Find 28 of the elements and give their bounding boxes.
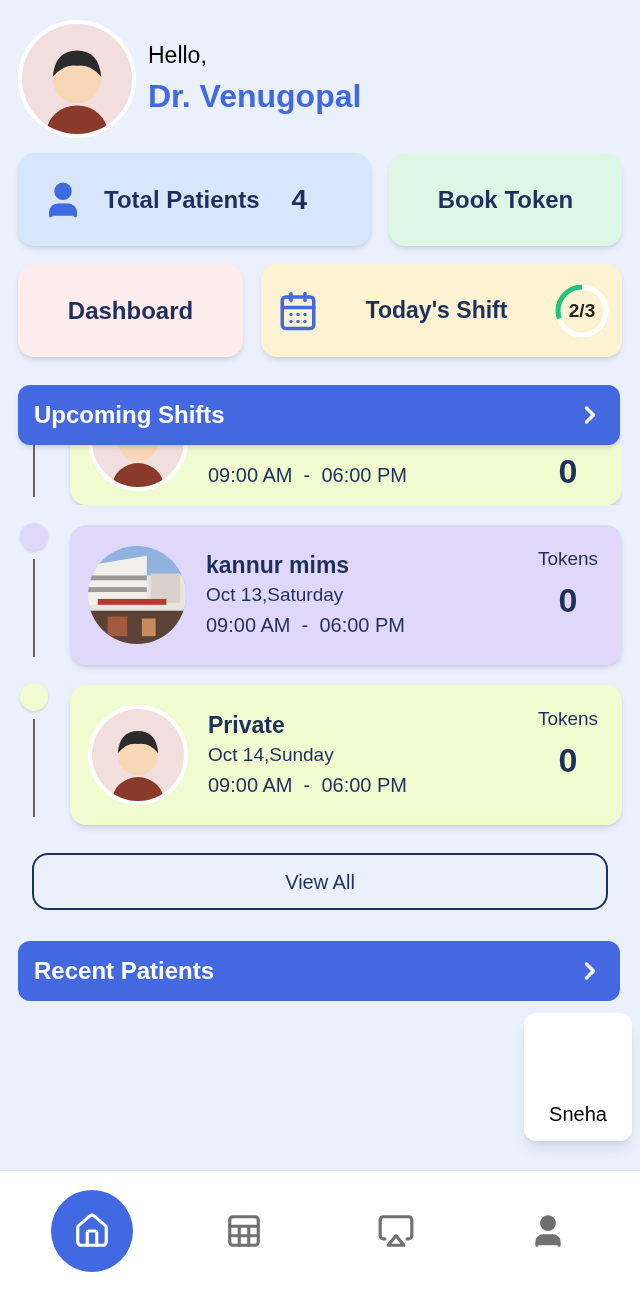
recent-patients-header[interactable]: Recent Patients — [18, 941, 620, 1001]
shift-date: Oct 14,Sunday — [208, 743, 335, 767]
shift-place: Private — [208, 711, 286, 740]
greeting: Hello, — [148, 40, 208, 70]
shift-time: 09:00 AM - 06:00 PM — [208, 463, 408, 488]
tokens-count: 0 — [558, 451, 578, 492]
tokens-label: Tokens — [537, 547, 599, 571]
shift-place: kannur mims — [206, 551, 351, 580]
progress-ring — [554, 282, 610, 339]
tokens-label: Tokens — [537, 707, 599, 731]
patient-card[interactable]: Sneha — [524, 1013, 632, 1141]
patient-count: 4 — [291, 182, 308, 217]
total-patients-card[interactable]: Total Patients 4 — [18, 153, 371, 246]
view-all-button[interactable]: View All — [32, 853, 608, 910]
shift-card[interactable]: kannur mims Oct 13,Saturday 09:00 AM - 06:00 PM Tokens 0 — [70, 525, 622, 665]
shift-card[interactable]: Private Oct 14,Sunday 09:00 AM - 06:00 PM Tokens 0 — [70, 685, 622, 825]
shift-time: 09:00 AM - 06:00 PM — [206, 613, 406, 638]
doctor-name: Dr. Venugopal — [148, 77, 362, 117]
book-token-button[interactable]: Book Token — [389, 153, 622, 246]
home-icon — [73, 1211, 111, 1250]
shift-time: 09:00 AM - 06:00 PM — [208, 773, 408, 798]
tokens-count: 0 — [558, 579, 578, 621]
shift-date: Oct 13,Saturday — [206, 583, 345, 607]
shift-card[interactable]: 09:00 AM - 06:00 PM 0 — [70, 445, 622, 505]
calendar-icon — [277, 289, 319, 332]
tokens-count: 0 — [558, 739, 578, 781]
dashboard-button[interactable]: Dashboard — [18, 264, 243, 357]
upcoming-shifts-header[interactable]: Upcoming Shifts — [18, 385, 620, 445]
